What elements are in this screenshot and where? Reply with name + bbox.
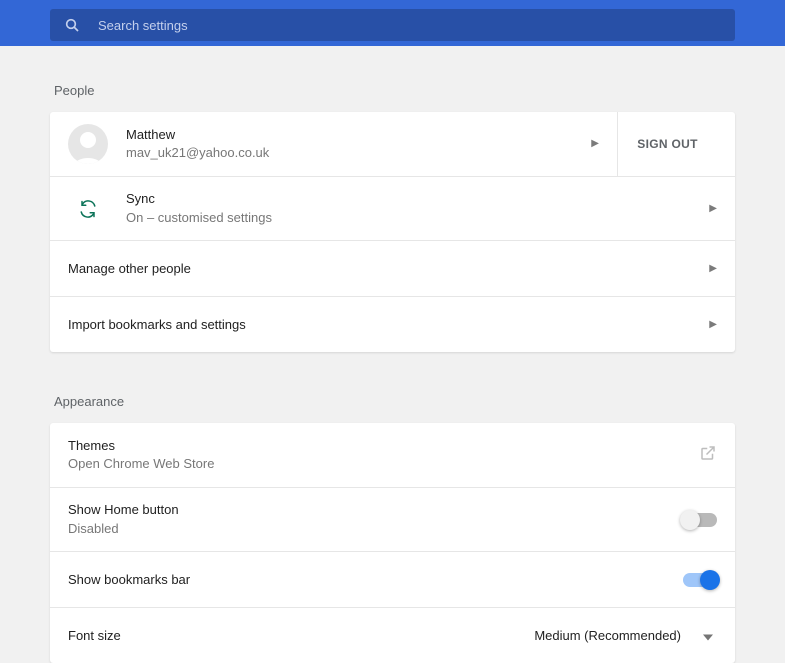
sync-subtitle: On – customised settings xyxy=(126,209,272,227)
themes-title: Themes xyxy=(68,437,214,455)
font-size-row: Font size Medium (Recommended) xyxy=(50,607,735,663)
sync-title: Sync xyxy=(126,190,272,208)
font-size-value: Medium (Recommended) xyxy=(534,628,681,643)
home-button-subtitle: Disabled xyxy=(68,520,179,538)
import-bookmarks-label: Import bookmarks and settings xyxy=(68,317,246,332)
people-card: Matthew mav_uk21@yahoo.co.uk ▶ SIGN OUT … xyxy=(50,112,735,352)
font-size-select[interactable]: Medium (Recommended) xyxy=(534,628,717,643)
chevron-right-icon: ▶ xyxy=(709,264,717,274)
manage-other-people-row[interactable]: Manage other people ▶ xyxy=(50,240,735,296)
search-input[interactable] xyxy=(98,18,721,33)
home-button-row: Show Home button Disabled xyxy=(50,487,735,551)
chevron-right-icon: ▶ xyxy=(709,204,717,214)
themes-row[interactable]: Themes Open Chrome Web Store xyxy=(50,423,735,487)
home-button-title: Show Home button xyxy=(68,501,179,519)
import-bookmarks-row[interactable]: Import bookmarks and settings ▶ xyxy=(50,296,735,352)
search-icon xyxy=(64,17,80,33)
avatar xyxy=(68,124,108,164)
header xyxy=(0,0,785,46)
dropdown-arrow-icon xyxy=(703,628,713,643)
search-bar[interactable] xyxy=(50,9,735,41)
appearance-card: Themes Open Chrome Web Store Show Home b… xyxy=(50,423,735,663)
bookmarks-bar-row: Show bookmarks bar xyxy=(50,551,735,607)
chevron-right-icon: ▶ xyxy=(709,320,717,330)
sync-row[interactable]: Sync On – customised settings ▶ xyxy=(50,176,735,240)
content: People Matthew mav_uk21@yahoo.co.uk ▶ SI… xyxy=(0,46,785,663)
sync-icon xyxy=(68,200,108,218)
profile-row[interactable]: Matthew mav_uk21@yahoo.co.uk ▶ SIGN OUT xyxy=(50,112,735,176)
chevron-right-icon: ▶ xyxy=(591,139,599,149)
sign-out-button[interactable]: SIGN OUT xyxy=(617,112,717,176)
section-title-people: People xyxy=(54,83,735,98)
open-external-icon xyxy=(699,444,717,467)
profile-name: Matthew xyxy=(126,126,269,144)
section-title-appearance: Appearance xyxy=(54,394,735,409)
themes-subtitle: Open Chrome Web Store xyxy=(68,455,214,473)
manage-other-people-label: Manage other people xyxy=(68,261,191,276)
bookmarks-bar-title: Show bookmarks bar xyxy=(68,572,190,587)
profile-email: mav_uk21@yahoo.co.uk xyxy=(126,144,269,162)
bookmarks-bar-toggle[interactable] xyxy=(683,573,717,587)
font-size-title: Font size xyxy=(68,628,121,643)
home-button-toggle[interactable] xyxy=(683,513,717,527)
